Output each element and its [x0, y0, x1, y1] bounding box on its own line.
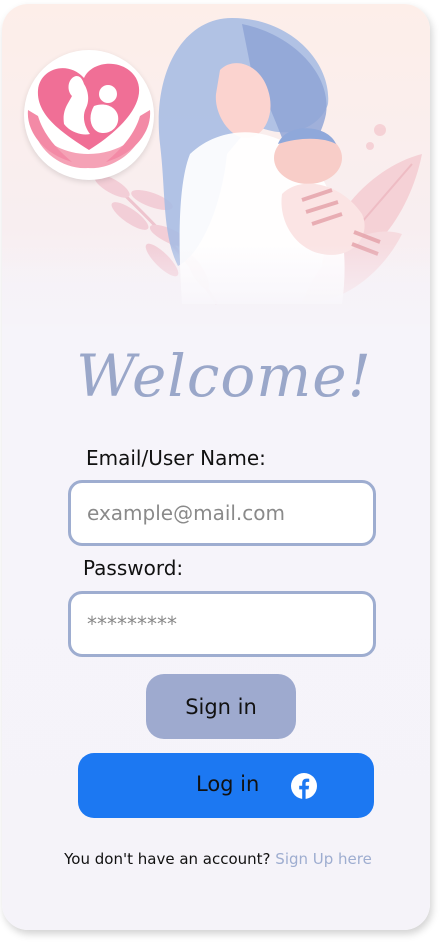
facebook-login-label: Log in	[196, 772, 260, 796]
signup-prompt-text: You don't have an account?	[64, 850, 271, 868]
facebook-icon	[291, 773, 317, 799]
sign-in-button[interactable]: Sign in	[146, 674, 296, 739]
welcome-title: Welcome!	[76, 342, 372, 410]
mother-child-heart-icon	[24, 50, 154, 180]
email-field[interactable]	[68, 480, 376, 546]
login-card: Welcome! Email/User Name: Password: Sign…	[2, 4, 430, 930]
facebook-login-button[interactable]: Log in	[78, 753, 374, 818]
sign-up-link[interactable]: Sign Up here	[275, 850, 372, 868]
password-field[interactable]	[68, 591, 376, 657]
email-label: Email/User Name:	[86, 446, 266, 470]
signup-prompt: You don't have an account? Sign Up here	[2, 850, 430, 868]
password-label: Password:	[83, 556, 184, 580]
